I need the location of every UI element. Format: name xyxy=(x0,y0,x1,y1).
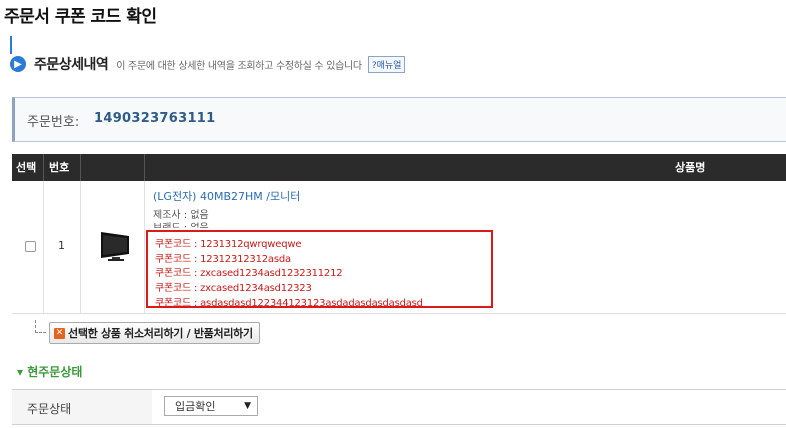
column-divider xyxy=(80,154,81,181)
product-brand: 브랜드 : 없음 xyxy=(153,219,209,228)
cell-divider xyxy=(144,181,145,314)
section-description: 이 주문에 대한 상세한 내역을 조회하고 수정하실 수 있습니다 xyxy=(116,60,362,72)
coupon-code: 쿠폰코드 : 12312312312asda xyxy=(155,254,291,265)
tree-connector xyxy=(35,320,46,333)
coupon-code: 쿠폰코드 : zxcased1234asd12323 xyxy=(155,283,312,294)
column-divider xyxy=(43,154,44,181)
coupon-code: 쿠폰코드 : asdasdasd122344123123asdadasdasda… xyxy=(155,298,423,309)
coupon-code: 쿠폰코드 : zxcased1234asd1232311212 xyxy=(155,268,343,279)
column-header-product: 상품명 xyxy=(675,161,706,174)
coupon-code: 쿠폰코드 : 1231312qwrqweqwe xyxy=(155,239,302,250)
row-select-checkbox[interactable] xyxy=(25,241,36,252)
section-title: 주문상세내역 xyxy=(34,57,109,73)
column-header-number: 번호 xyxy=(49,161,70,174)
page-title: 주문서 쿠폰 코드 확인 xyxy=(4,7,157,27)
dropdown-arrow-icon: ▼ xyxy=(244,401,251,411)
arrow-right-icon: ▶ xyxy=(10,56,26,72)
table-header: 선택 번호 상품명 xyxy=(12,154,786,181)
cancel-return-label: 선택한 상품 취소처리하기 / 반품처리하기 xyxy=(68,327,253,340)
product-name-link[interactable]: (LG전자) 40MB27HM /모니터 xyxy=(153,188,300,204)
column-divider xyxy=(144,154,145,181)
close-icon: ✕ xyxy=(54,327,65,339)
order-status-label: 주문상태 xyxy=(27,402,72,416)
order-status-selected: 입금확인 xyxy=(175,400,216,413)
order-number-label: 주문번호: xyxy=(27,115,80,130)
cell-divider xyxy=(43,181,44,314)
column-header-select: 선택 xyxy=(16,161,37,174)
cancel-return-button[interactable]: ✕ 선택한 상품 취소처리하기 / 반품처리하기 xyxy=(49,322,260,344)
left-accent-bar xyxy=(10,36,12,54)
product-thumbnail-tv-icon[interactable] xyxy=(99,230,133,266)
section-header: ▶ 주문상세내역 이 주문에 대한 상세한 내역을 조회하고 수정하실 수 있습… xyxy=(10,53,406,75)
manual-button[interactable]: ?매뉴얼 xyxy=(367,55,406,73)
order-status-section-title: ▾ 현주문상태 xyxy=(17,365,83,379)
order-number-value: 1490323763111 xyxy=(94,111,216,126)
cell-divider xyxy=(80,181,81,314)
row-number: 1 xyxy=(58,239,65,252)
order-status-select[interactable]: 입금확인 ▼ xyxy=(164,396,258,416)
